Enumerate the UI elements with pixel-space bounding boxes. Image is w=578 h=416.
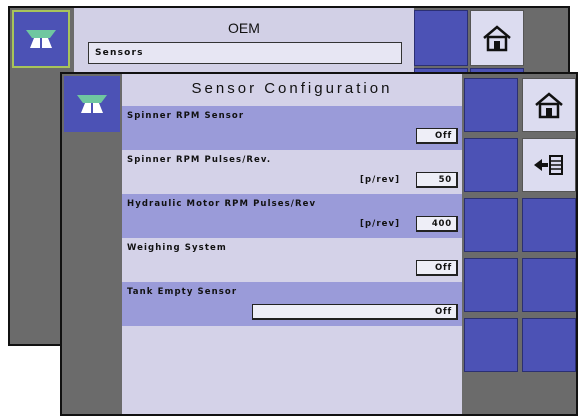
setting-label: Tank Empty Sensor [127,287,238,297]
oem-home-button[interactable] [470,10,524,66]
spreader-mode-button[interactable] [64,76,120,132]
spreader-icon [77,95,107,113]
spinner-rpm-sensor-value[interactable]: Off [416,128,458,144]
setting-row-spinner-pulses[interactable]: Spinner RPM Pulses/Rev. [p/rev] 50 [122,150,462,194]
softkey-col1-row3[interactable] [464,198,518,252]
oem-softkey-1[interactable] [414,10,468,66]
oem-category-dropdown[interactable]: Sensors [88,42,402,64]
softkey-col2-row3[interactable] [522,198,576,252]
home-icon [535,92,563,119]
home-icon [483,25,511,52]
setting-row-hydraulic-motor-pulses[interactable]: Hydraulic Motor RPM Pulses/Rev [p/rev] 4… [122,194,462,238]
unit-label: [p/rev] [360,175,401,185]
setting-label: Weighing System [127,243,227,253]
oem-title: OEM [228,20,260,36]
page-title: Sensor Configuration [191,80,393,97]
softkey-col1-row4[interactable] [464,258,518,312]
setting-row-tank-empty-sensor[interactable]: Tank Empty Sensor Off [122,282,462,326]
setting-label: Spinner RPM Sensor [127,111,245,121]
softkey-col2-row4[interactable] [522,258,576,312]
sensor-config-window: Sensor Configuration Spinner RPM Sensor … [60,72,578,416]
unit-label: [p/rev] [360,219,401,229]
back-list-icon [534,155,563,175]
softkey-col2-row5[interactable] [522,318,576,372]
setting-label: Hydraulic Motor RPM Pulses/Rev [127,199,317,209]
softkey-col1-row1[interactable] [464,78,518,132]
softkey-col1-row2[interactable] [464,138,518,192]
sensor-config-panel: Sensor Configuration Spinner RPM Sensor … [122,74,462,414]
oem-spreader-mode-button[interactable] [12,10,70,68]
weighing-system-value[interactable]: Off [416,260,458,276]
home-button[interactable] [522,78,576,132]
setting-row-spinner-rpm-sensor[interactable]: Spinner RPM Sensor Off [122,106,462,150]
setting-row-weighing-system[interactable]: Weighing System Off [122,238,462,282]
spinner-pulses-value[interactable]: 50 [416,172,458,188]
softkey-col1-row5[interactable] [464,318,518,372]
back-button[interactable] [522,138,576,192]
hydraulic-motor-pulses-value[interactable]: 400 [416,216,458,232]
tank-empty-sensor-value[interactable]: Off [252,304,458,320]
spreader-icon [26,30,56,48]
setting-label: Spinner RPM Pulses/Rev. [127,155,272,165]
